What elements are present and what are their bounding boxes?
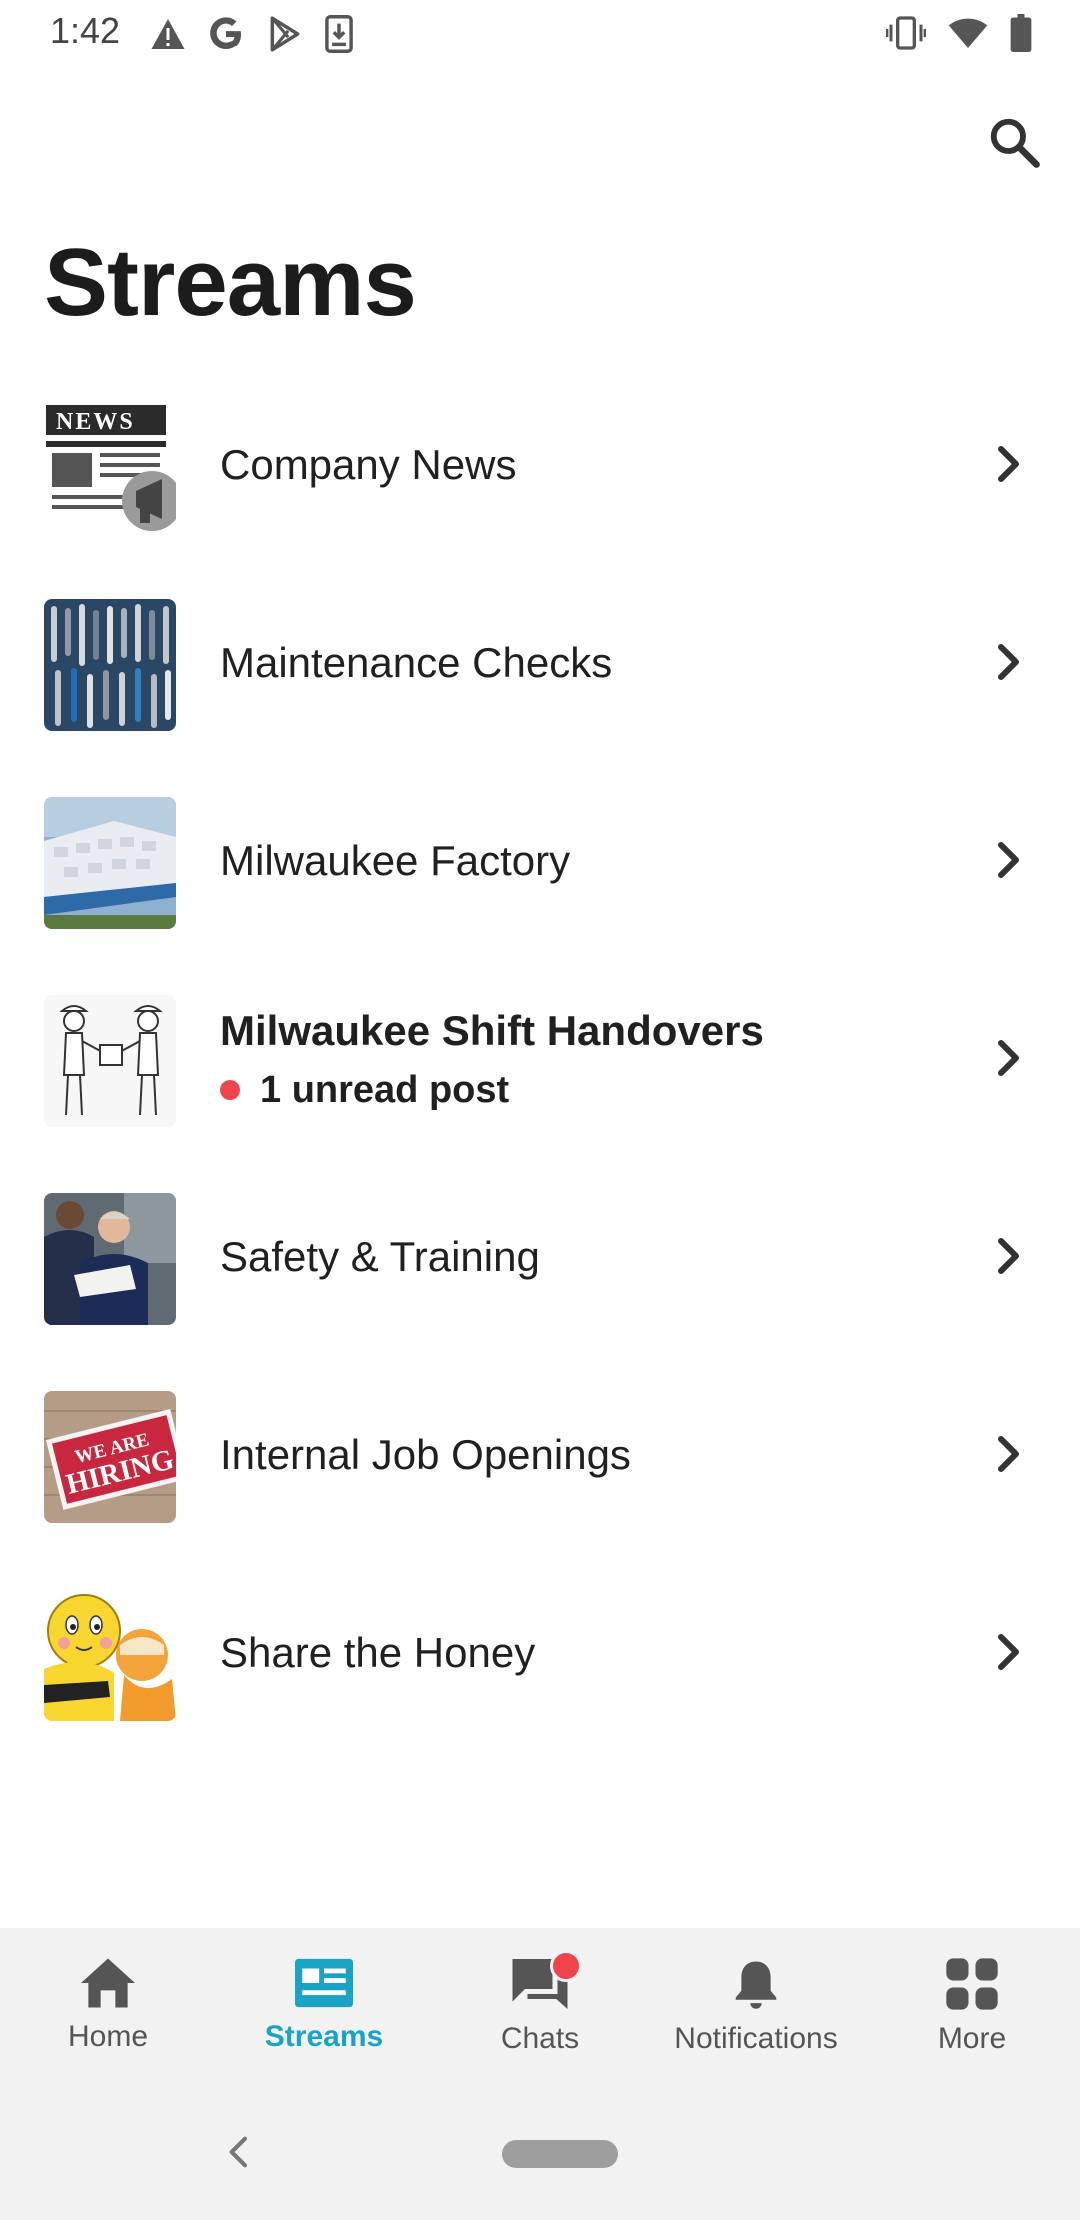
nav-label: Streams: [264, 2020, 384, 2053]
nav-label: Home: [67, 2020, 149, 2053]
download-icon: [324, 15, 354, 58]
stream-label: Milwaukee Shift Handovers: [220, 1006, 764, 1054]
hiring-thumb: WE ARE HIRING: [44, 1391, 176, 1523]
chevron-right-icon: [998, 644, 1019, 680]
stream-item-share-the-honey[interactable]: Share the Honey: [0, 1554, 1080, 1752]
chevron-right-icon: [998, 1238, 1019, 1274]
stream-item-maintenance-checks[interactable]: Maintenance Checks: [0, 564, 1080, 762]
bell-icon: [735, 1961, 777, 2009]
nav-chats[interactable]: Chats: [432, 1928, 648, 2078]
chevron-right-icon: [998, 1634, 1019, 1670]
stream-label: Safety & Training: [220, 1233, 540, 1280]
status-bar: 1:42: [0, 0, 1080, 68]
page-title: Streams: [44, 229, 417, 336]
chevron-right-icon: [998, 1040, 1019, 1076]
vibrate-icon: [885, 16, 927, 55]
search-icon: [990, 118, 1040, 168]
chevron-right-icon: [998, 446, 1019, 482]
google-icon: [206, 14, 246, 59]
home-icon: [81, 1958, 135, 2008]
factory-thumb: [44, 797, 176, 929]
back-chevron-icon[interactable]: [220, 2132, 260, 2172]
svg-text:NEWS: NEWS: [56, 409, 135, 435]
play-store-icon: [266, 15, 304, 58]
battery-icon: [1010, 14, 1032, 57]
nav-streams[interactable]: Streams: [216, 1928, 432, 2078]
nav-label: Notifications: [674, 2022, 838, 2055]
nav-home[interactable]: Home: [0, 1928, 216, 2078]
wifi-icon: [948, 16, 988, 55]
stream-label: Maintenance Checks: [220, 639, 613, 686]
stream-label: Company News: [220, 441, 517, 488]
stream-label: Milwaukee Factory: [220, 837, 571, 884]
bee-thumb: [44, 1589, 176, 1721]
stream-label: Internal Job Openings: [220, 1431, 631, 1478]
alert-icon: [150, 17, 186, 56]
streams-icon: [295, 1958, 353, 2008]
workers-thumb: [44, 995, 176, 1127]
stream-item-milwaukee-shift-handovers[interactable]: Milwaukee Shift Handovers 1 unread post: [0, 960, 1080, 1158]
news-thumb: NEWS: [44, 401, 176, 533]
unread-count-label: 1 unread post: [260, 1068, 510, 1111]
bottom-navigation: Home Streams Chats Notifications More: [0, 1928, 1080, 2078]
nav-label: More: [937, 2022, 1007, 2055]
stream-item-safety-training[interactable]: Safety & Training: [0, 1158, 1080, 1356]
stream-item-company-news[interactable]: NEWS Company News: [0, 366, 1080, 564]
nav-label: Chats: [500, 2022, 580, 2055]
search-button[interactable]: [978, 106, 1050, 178]
chevron-right-icon: [998, 1436, 1019, 1472]
chats-badge: [550, 1950, 582, 1982]
unread-dot: [220, 1080, 240, 1100]
tools-thumb: [44, 599, 176, 731]
stream-item-internal-job-openings[interactable]: WE ARE HIRING Internal Job Openings: [0, 1356, 1080, 1554]
home-gesture-pill[interactable]: [502, 2140, 618, 2168]
unread-indicator: 1 unread post: [220, 1069, 764, 1112]
status-time: 1:42: [50, 10, 121, 51]
training-thumb: [44, 1193, 176, 1325]
nav-more[interactable]: More: [864, 1928, 1080, 2078]
grid-icon: [946, 1958, 998, 2010]
chevron-right-icon: [998, 842, 1019, 878]
nav-notifications[interactable]: Notifications: [648, 1928, 864, 2078]
streams-list: NEWS Company News Maintenance Checks Mil…: [0, 366, 1080, 1752]
stream-item-milwaukee-factory[interactable]: Milwaukee Factory: [0, 762, 1080, 960]
stream-label: Share the Honey: [220, 1629, 536, 1676]
